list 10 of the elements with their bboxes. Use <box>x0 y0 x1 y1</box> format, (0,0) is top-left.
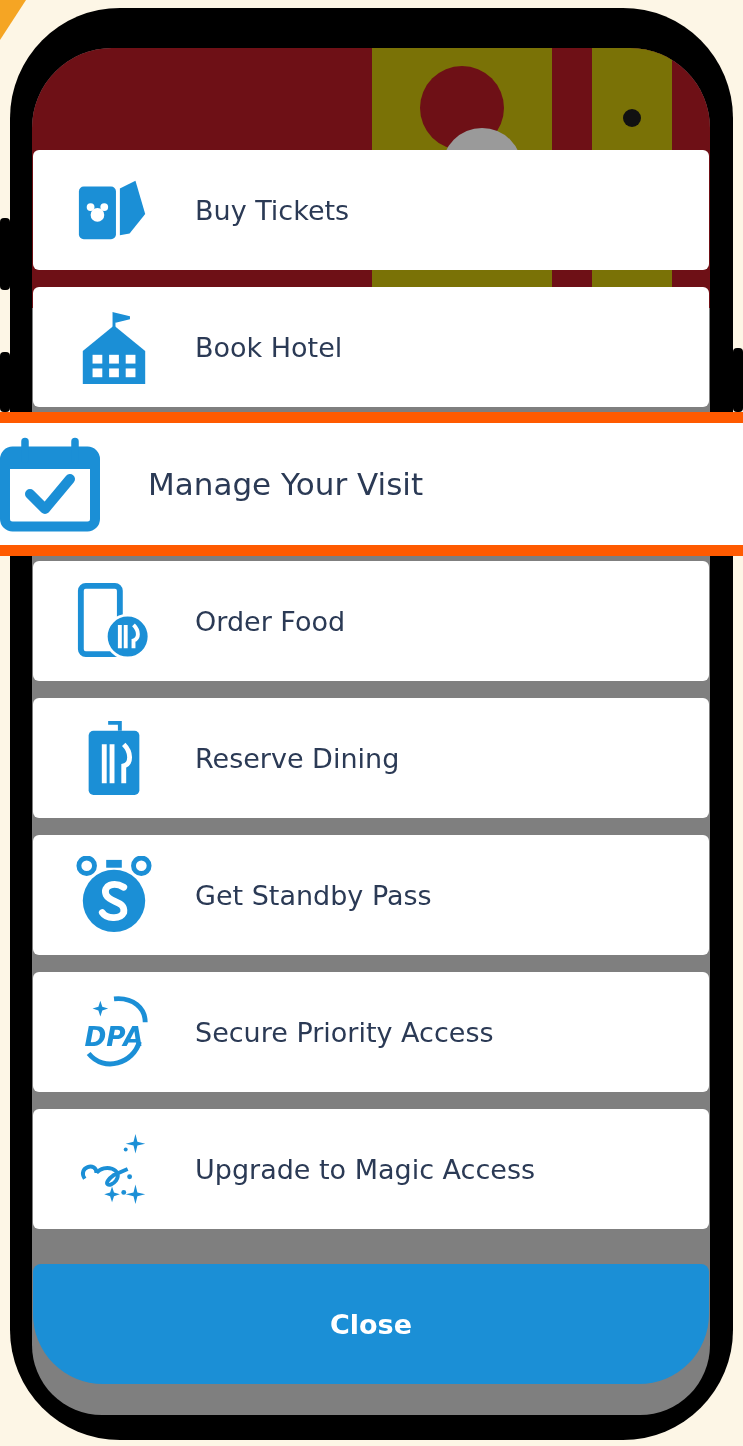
menu-item[interactable]: Get Standby Pass <box>33 835 709 955</box>
menu-item[interactable]: Reserve Dining <box>33 698 709 818</box>
stopwatch-icon <box>75 856 153 934</box>
menu-item[interactable]: Manage Your Visit <box>0 412 743 556</box>
menu-item[interactable]: Buy Tickets <box>33 150 709 270</box>
close-button[interactable]: Close <box>33 1264 709 1384</box>
menu-item[interactable]: Book Hotel <box>33 287 709 407</box>
menu-item[interactable]: DPA Secure Priority Access <box>33 972 709 1092</box>
menu-item[interactable]: Upgrade to Magic Access <box>33 1109 709 1229</box>
menu-item[interactable]: Order Food <box>33 561 709 681</box>
